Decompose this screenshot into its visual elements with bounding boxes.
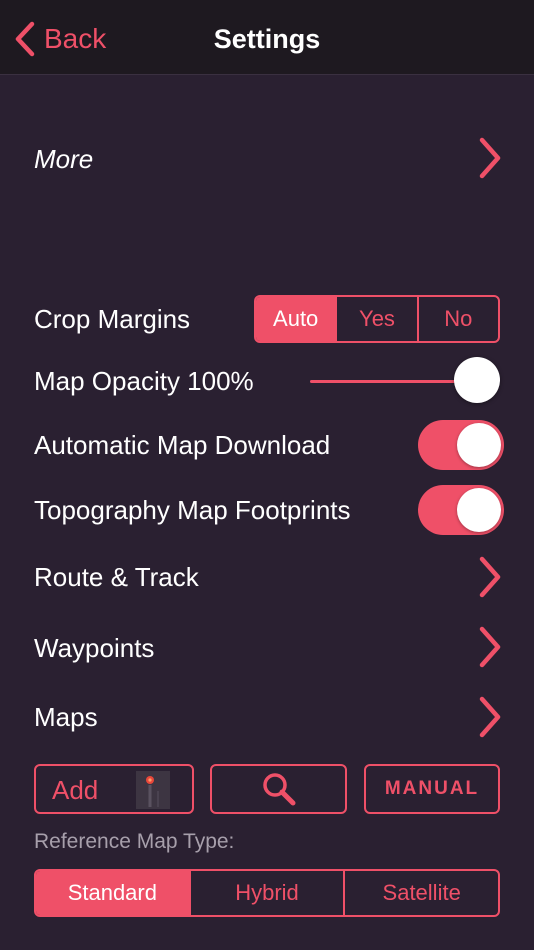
crop-option-yes[interactable]: Yes <box>335 297 416 341</box>
reference-option-hybrid[interactable]: Hybrid <box>188 871 344 915</box>
toggle-knob <box>457 423 501 467</box>
magnifier-icon <box>262 773 295 806</box>
auto-download-label: Automatic Map Download <box>34 430 331 460</box>
reference-map-type-label: Reference Map Type: <box>34 830 235 853</box>
reference-option-standard[interactable]: Standard <box>36 871 189 915</box>
route-track-label: Route & Track <box>34 562 199 592</box>
reference-option-satellite[interactable]: Satellite <box>343 871 498 915</box>
map-opacity-label: Map Opacity 100% <box>34 366 254 396</box>
search-map-button[interactable] <box>210 764 347 814</box>
manual-button-label: Manual <box>384 778 480 799</box>
map-opacity-slider-thumb[interactable] <box>454 357 500 403</box>
add-map-button[interactable]: Add <box>34 764 194 814</box>
crop-option-no[interactable]: No <box>416 297 498 341</box>
crop-margins-label: Crop Margins <box>34 304 191 334</box>
reference-map-type-segmented-control: Standard Hybrid Satellite <box>34 869 500 917</box>
add-button-label: Add <box>52 775 99 805</box>
maps-chevron-right-icon[interactable] <box>478 696 502 738</box>
page-title: Settings <box>213 24 321 54</box>
auto-download-toggle[interactable] <box>418 420 504 470</box>
crop-option-auto[interactable]: Auto <box>256 297 336 341</box>
waypoints-chevron-right-icon[interactable] <box>478 626 502 668</box>
toggle-knob <box>457 488 501 532</box>
waypoints-label: Waypoints <box>34 633 155 663</box>
topo-footprints-label: Topography Map Footprints <box>34 495 351 525</box>
map-pin-thumbnail-icon <box>136 771 170 809</box>
topo-footprints-toggle[interactable] <box>418 485 504 535</box>
more-label: More <box>34 144 94 174</box>
manual-button[interactable]: Manual <box>364 764 500 814</box>
more-chevron-right-icon[interactable] <box>478 137 502 179</box>
navigation-bar: Back Settings <box>0 0 534 75</box>
maps-label: Maps <box>34 702 98 732</box>
crop-margins-segmented-control: Auto Yes No <box>254 295 500 343</box>
route-track-chevron-right-icon[interactable] <box>478 556 502 598</box>
